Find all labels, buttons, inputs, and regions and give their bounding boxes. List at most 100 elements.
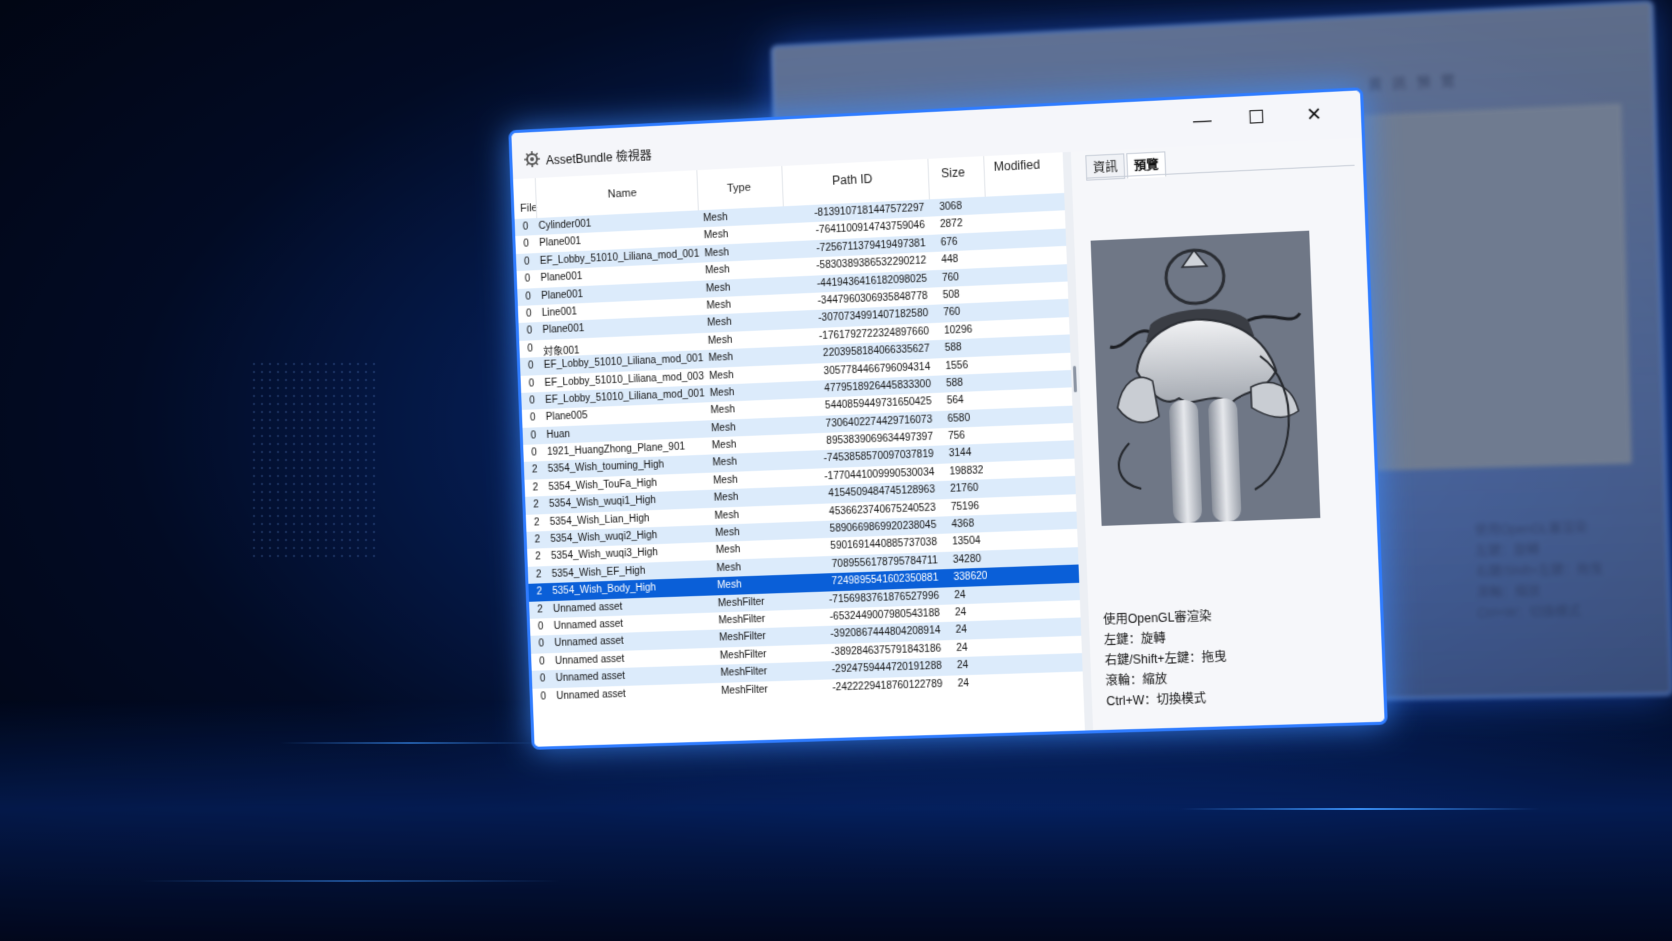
background-light-streak bbox=[280, 742, 540, 744]
maximize-button[interactable]: ☐ bbox=[1232, 99, 1281, 136]
cell-size: 588 bbox=[946, 377, 963, 389]
cell-type: Mesh bbox=[711, 422, 736, 434]
cell-size: 760 bbox=[942, 272, 959, 284]
cell-path-id: -7156983761876527996 bbox=[808, 590, 940, 606]
cell-name: Unnamed asset bbox=[554, 636, 624, 649]
cell-size: 760 bbox=[943, 307, 960, 319]
column-divider[interactable] bbox=[983, 156, 986, 197]
cell-file: 0 bbox=[530, 413, 536, 424]
cell-path-id: -3070734991407182580 bbox=[797, 308, 928, 325]
cell-path-id: 3057784466796094314 bbox=[799, 361, 930, 378]
cell-type: MeshFilter bbox=[721, 684, 768, 697]
cell-size: 564 bbox=[947, 395, 964, 407]
close-button[interactable]: ✕ bbox=[1289, 96, 1338, 133]
cell-file: 0 bbox=[527, 343, 533, 354]
cell-type: Mesh bbox=[703, 212, 728, 224]
cell-type: Mesh bbox=[714, 492, 739, 504]
cell-size: 34280 bbox=[953, 554, 982, 566]
cell-file: 0 bbox=[531, 447, 537, 458]
cell-type: Mesh bbox=[708, 352, 733, 364]
cell-path-id: -6532449007980543188 bbox=[808, 608, 940, 624]
column-divider[interactable] bbox=[696, 170, 699, 210]
cell-name: 5354_Wish_EF_High bbox=[552, 565, 646, 579]
cell-size: 13504 bbox=[952, 536, 981, 548]
cell-file: 0 bbox=[527, 326, 533, 337]
cell-path-id: -2924759444720191288 bbox=[810, 661, 942, 676]
cell-type: Mesh bbox=[706, 282, 731, 294]
column-divider[interactable] bbox=[535, 178, 538, 218]
app-gear-icon bbox=[524, 151, 540, 168]
cell-type: Mesh bbox=[705, 264, 730, 276]
window-title: AssetBundle 檢視器 bbox=[546, 146, 652, 168]
column-header-name[interactable]: Name bbox=[607, 187, 637, 200]
column-divider[interactable] bbox=[927, 159, 930, 200]
cell-path-id: -3920867444804208914 bbox=[809, 626, 941, 641]
cell-size: 1556 bbox=[945, 360, 968, 372]
cell-size: 2872 bbox=[940, 219, 963, 231]
asset-rows: 0 Cylinder001 Mesh -8139107181447572297 3068… bbox=[515, 193, 1084, 706]
cell-name: Unnamed asset bbox=[555, 654, 625, 667]
cell-file: 2 bbox=[533, 500, 539, 511]
cell-file: 2 bbox=[537, 604, 543, 615]
cell-type: MeshFilter bbox=[720, 649, 767, 662]
cell-path-id: -2422229418760122789 bbox=[811, 678, 943, 693]
column-header-modified[interactable]: Modified bbox=[993, 157, 1040, 173]
cell-file: 2 bbox=[534, 534, 540, 545]
cell-type: Mesh bbox=[716, 545, 741, 557]
cell-name: 5354_Wish_wuqi3_High bbox=[551, 548, 658, 563]
background-light-streak bbox=[140, 880, 560, 882]
cell-size: 24 bbox=[954, 589, 966, 601]
cell-size: 3068 bbox=[939, 201, 962, 213]
cell-file: 2 bbox=[532, 465, 538, 476]
cell-name: 1921_HuangZhong_Plane_901 bbox=[547, 442, 685, 458]
background-dot-grid bbox=[250, 360, 380, 560]
cell-size: 21760 bbox=[950, 483, 979, 495]
cell-type: Mesh bbox=[712, 439, 737, 451]
column-header-type[interactable]: Type bbox=[727, 182, 751, 195]
cell-type: Mesh bbox=[710, 404, 735, 416]
cell-type: MeshFilter bbox=[720, 666, 767, 679]
cell-path-id: -3892846375791843186 bbox=[810, 643, 942, 658]
cell-size: 24 bbox=[955, 625, 967, 637]
cell-type: Mesh bbox=[716, 562, 741, 574]
cell-name: Plane001 bbox=[542, 323, 584, 336]
cell-type: Mesh bbox=[709, 369, 734, 381]
cell-type: Mesh bbox=[708, 334, 733, 346]
cell-file: 0 bbox=[525, 291, 531, 302]
cell-file: 0 bbox=[526, 308, 532, 319]
cell-file: 0 bbox=[524, 256, 530, 267]
cell-type: Mesh bbox=[712, 457, 737, 469]
background-light-streak bbox=[1180, 808, 1540, 810]
cell-size: 338620 bbox=[953, 571, 987, 583]
cell-path-id: 2203958184066335627 bbox=[798, 344, 929, 361]
column-header-size[interactable]: Size bbox=[941, 165, 965, 180]
cell-file: 2 bbox=[536, 587, 542, 598]
help-line: Ctrl+W：切換模式 bbox=[1106, 687, 1229, 711]
cell-file: 0 bbox=[529, 395, 535, 406]
column-header-path-id[interactable]: Path ID bbox=[832, 172, 873, 188]
cell-size: 756 bbox=[948, 430, 965, 442]
cell-name: Unnamed asset bbox=[555, 671, 625, 684]
cell-size: 10296 bbox=[944, 324, 973, 336]
cell-type: Mesh bbox=[706, 299, 731, 311]
cell-type: Mesh bbox=[715, 527, 740, 539]
splitter-grip[interactable] bbox=[1073, 366, 1077, 393]
help-line: 使用OpenGL審渲染 bbox=[1103, 605, 1226, 629]
cell-name: Plane001 bbox=[539, 236, 581, 249]
minimize-button[interactable]: — bbox=[1178, 101, 1227, 138]
cell-name: Plane001 bbox=[541, 289, 583, 302]
cell-path-id: -3447960306935848778 bbox=[796, 291, 927, 308]
model-preview-viewport[interactable] bbox=[1091, 231, 1321, 526]
column-divider[interactable] bbox=[781, 166, 784, 206]
cell-type: Mesh bbox=[707, 317, 732, 329]
cell-file: 2 bbox=[535, 552, 541, 563]
cell-name: Huan bbox=[546, 429, 570, 441]
cell-path-id: 5901691440885737038 bbox=[806, 537, 938, 553]
cell-path-id: -1761792722324897660 bbox=[798, 326, 929, 343]
cell-size: 6580 bbox=[947, 413, 970, 425]
asset-list[interactable]: File Name Type Path ID Size Modified 0 Cy… bbox=[513, 152, 1086, 747]
cell-file: 0 bbox=[539, 656, 545, 667]
cell-size: 588 bbox=[945, 342, 962, 354]
cell-path-id: 5890669869920238045 bbox=[805, 520, 937, 536]
cell-type: MeshFilter bbox=[718, 596, 765, 609]
